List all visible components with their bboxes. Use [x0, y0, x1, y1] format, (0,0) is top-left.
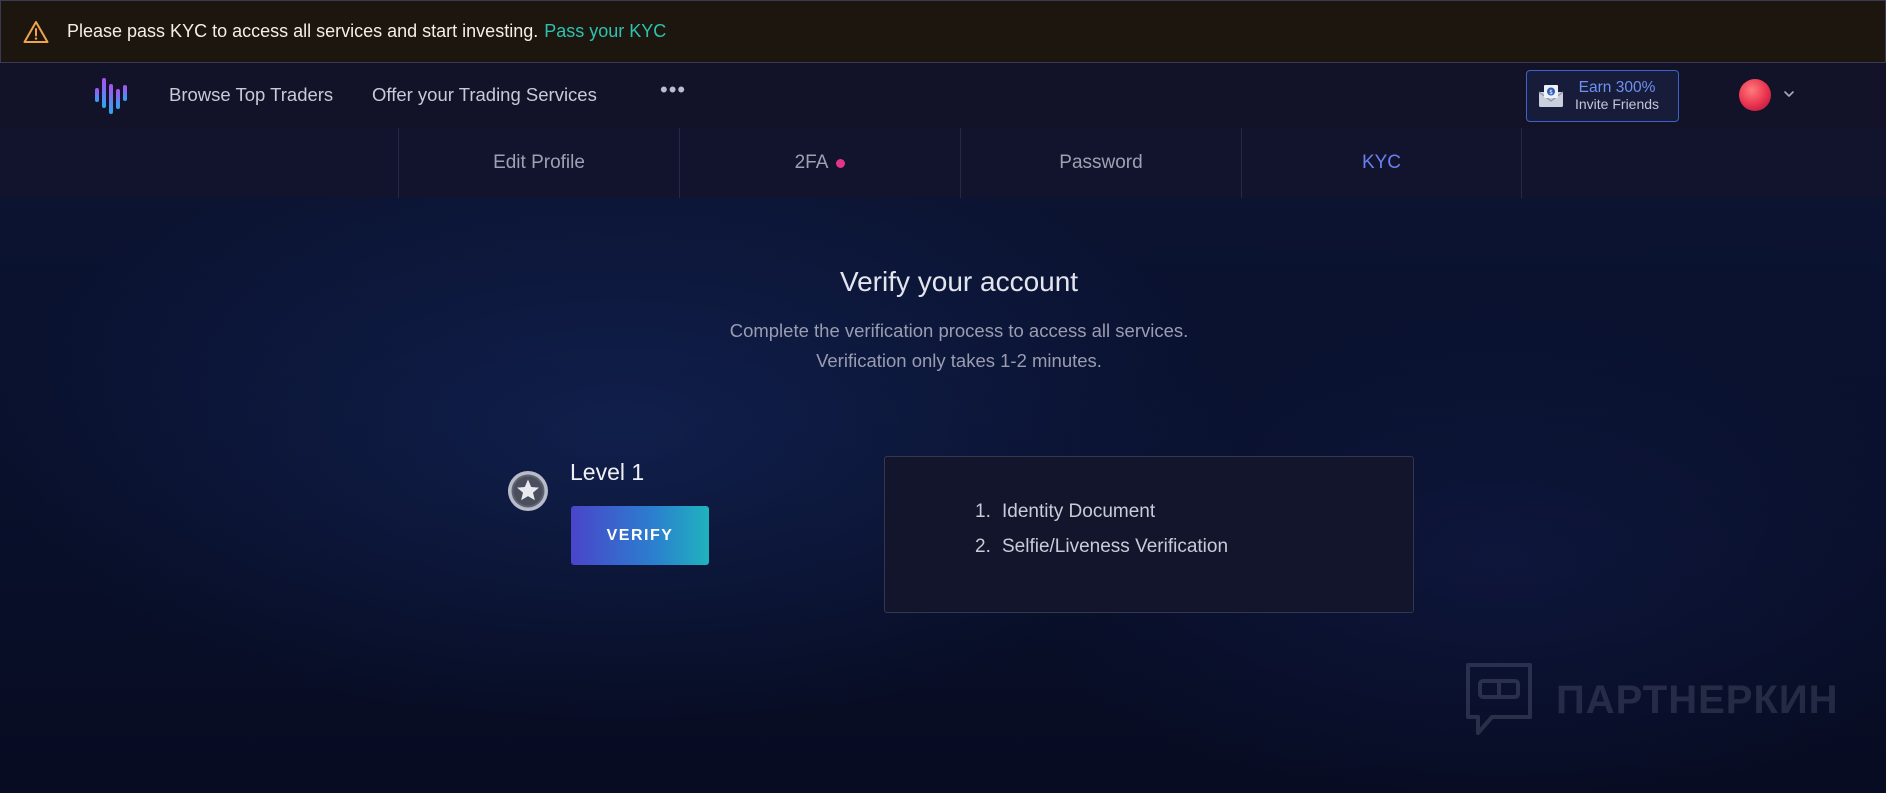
verification-steps-list: 1. Identity Document 2. Selfie/Liveness Ve… — [975, 501, 1228, 571]
pass-kyc-link[interactable]: Pass your KYC — [544, 21, 666, 42]
top-nav: Browse Top Traders Offer your Trading Se… — [0, 63, 1886, 128]
tab-label: KYC — [1361, 152, 1402, 173]
tab-label: Edit Profile — [493, 152, 585, 173]
list-item: 2. Selfie/Liveness Verification — [975, 536, 1229, 557]
tab-label: 2FA — [794, 152, 829, 173]
nav-offer-trading-services[interactable]: Offer your Trading Services — [372, 84, 597, 106]
kyc-banner-message: Please pass KYC to access all services a… — [67, 21, 539, 41]
tab-kyc[interactable]: KYC — [1241, 128, 1522, 198]
page-subtitle-line2: Verification only takes 1-2 minutes. — [816, 350, 1102, 371]
verification-steps-card: 1. Identity Document 2. Selfie/Liveness Ve… — [884, 456, 1414, 613]
earn-subtitle: Invite Friends — [1575, 96, 1660, 112]
list-item: 1. Identity Document — [975, 501, 1156, 522]
app-page: Please pass KYC to access all services a… — [0, 0, 1886, 793]
invite-friends-button[interactable]: $ Earn 300% Invite Friends — [1526, 70, 1679, 122]
page-subtitle-line1: Complete the verification process to acc… — [729, 320, 1189, 341]
avatar[interactable] — [1739, 79, 1771, 111]
more-menu-icon[interactable]: ••• — [660, 77, 686, 103]
watermark: ПАРТНЕРКИН — [1462, 660, 1842, 740]
level-title: Level 1 — [570, 459, 645, 485]
svg-text:$: $ — [1549, 89, 1553, 96]
watermark-text: ПАРТНЕРКИН — [1556, 677, 1839, 722]
tab-label: Password — [1059, 152, 1143, 173]
nav-browse-top-traders[interactable]: Browse Top Traders — [169, 84, 333, 106]
star-badge-icon — [507, 470, 549, 512]
tab-edit-profile[interactable]: Edit Profile — [398, 128, 679, 198]
earn-title: Earn 300% — [1578, 79, 1656, 96]
tab-2fa[interactable]: 2FA — [679, 128, 960, 198]
chat-bubble-logo-icon — [1462, 661, 1536, 739]
alert-dot-icon — [836, 158, 846, 168]
profile-tabs: Edit Profile 2FA Password KYC — [0, 128, 1886, 198]
kyc-banner: Please pass KYC to access all services a… — [0, 0, 1886, 63]
verify-button[interactable]: VERIFY — [571, 506, 709, 565]
envelope-dollar-icon: $ — [1537, 83, 1565, 109]
warning-triangle-icon — [23, 20, 49, 44]
page-title: Verify your account — [839, 266, 1079, 297]
brand-logo-icon[interactable] — [93, 75, 135, 117]
chevron-down-icon[interactable] — [1782, 87, 1796, 101]
tab-password[interactable]: Password — [960, 128, 1241, 198]
